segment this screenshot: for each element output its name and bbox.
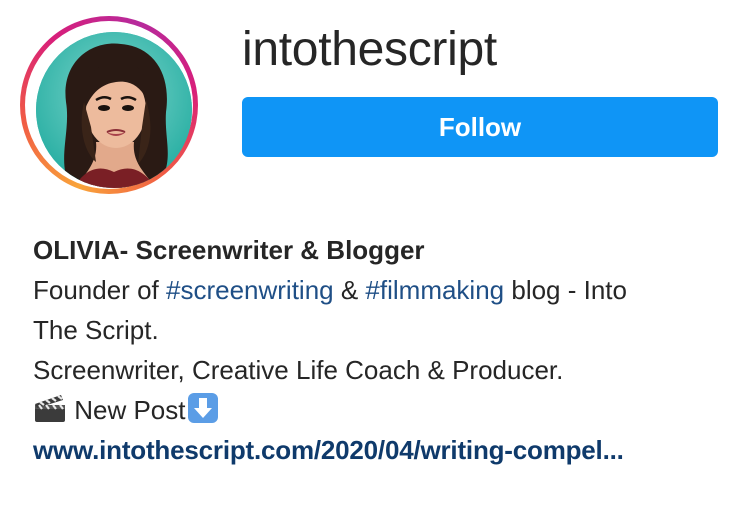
hashtag-filmmaking[interactable]: #filmmaking (365, 275, 504, 305)
down-arrow-icon (187, 393, 218, 423)
bio-text: & (333, 275, 366, 305)
bio-text: Founder of (33, 275, 166, 305)
hashtag-screenwriting[interactable]: #screenwriting (166, 275, 334, 305)
follow-button[interactable]: Follow (242, 97, 718, 157)
bio-text: blog - Into (504, 275, 627, 305)
bio-line-1: Founder of #screenwriting & #filmmaking … (33, 270, 733, 310)
bio-line-3: Screenwriter, Creative Life Coach & Prod… (33, 355, 564, 385)
clapper-board-icon (35, 395, 65, 422)
bio-line-2: The Script. (33, 315, 159, 345)
bio: OLIVIA- Screenwriter & Blogger Founder o… (33, 230, 733, 470)
bio-line-4: New Post (33, 390, 733, 430)
username: intothescript (242, 23, 497, 76)
avatar-gap (25, 21, 193, 189)
avatar[interactable] (36, 32, 192, 188)
new-post-text: New Post (67, 395, 186, 425)
avatar-ring[interactable] (20, 16, 198, 194)
profile-photo-icon (36, 32, 192, 188)
bio-display-name: OLIVIA- Screenwriter & Blogger (33, 235, 425, 265)
bio-website-link[interactable]: www.intothescript.com/2020/04/writing-co… (33, 430, 733, 470)
